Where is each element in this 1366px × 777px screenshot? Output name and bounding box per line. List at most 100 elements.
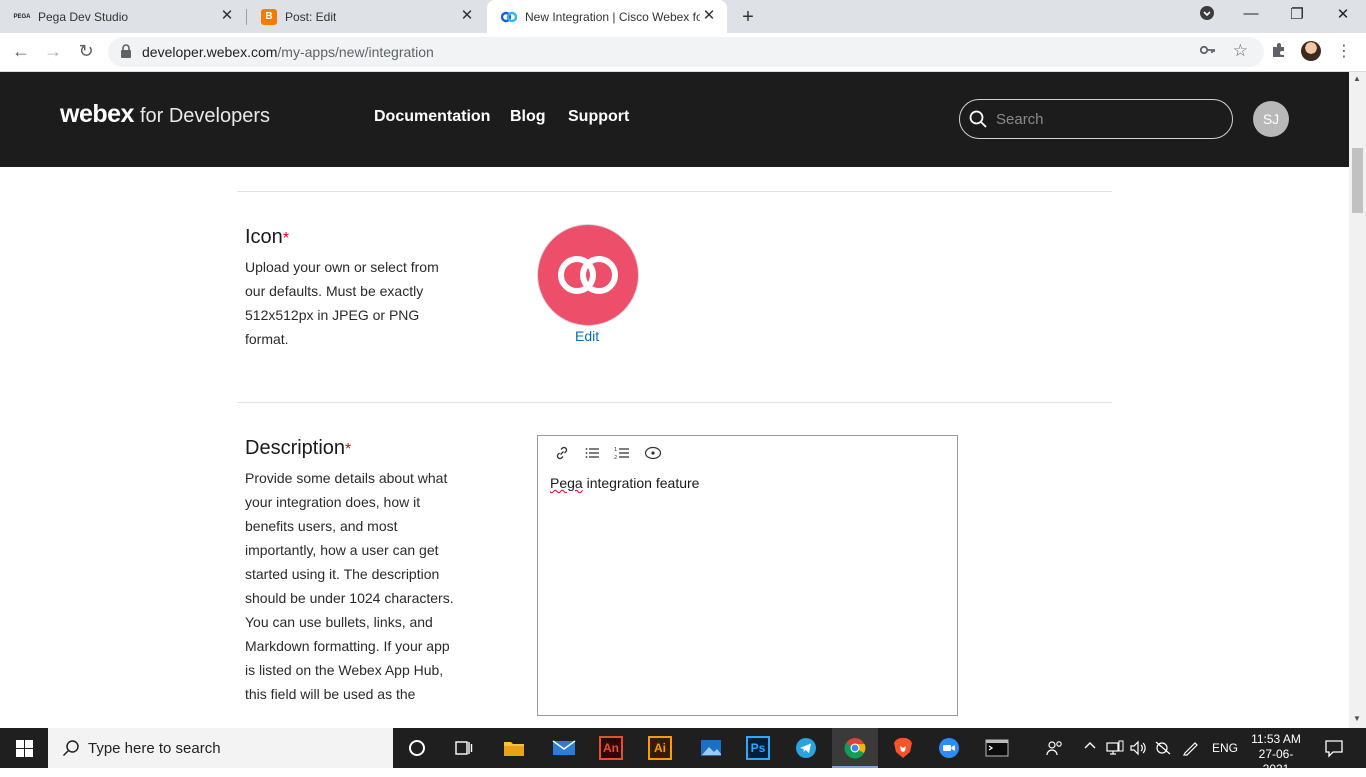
tab-title: Post: Edit [285,9,337,24]
volume-icon[interactable] [1130,740,1148,759]
network-icon[interactable] [1106,740,1124,759]
minimize-window-button[interactable]: — [1241,5,1261,22]
file-explorer-icon[interactable] [500,734,528,762]
telegram-app-icon[interactable] [792,734,820,762]
search-icon [62,739,80,762]
required-asterisk: * [282,230,290,247]
site-search-box[interactable] [959,99,1233,139]
browser-profile-avatar[interactable] [1301,41,1321,61]
site-search-input[interactable] [994,108,1223,130]
browser-tab-strip: PEGA Pega Dev Studio ✕ B Post: Edit ✕ Ne… [0,0,1366,33]
required-asterisk: * [345,441,352,458]
mail-icon[interactable] [550,734,578,762]
browser-tab-webex[interactable]: New Integration | Cisco Webex fo ✕ [487,0,727,33]
chrome-app-icon [841,734,869,762]
windows-start-icon[interactable] [16,740,33,762]
notification-center-icon[interactable] [1324,738,1344,763]
description-section-help: Provide some details about what your int… [245,470,454,702]
taskbar-search-box[interactable]: Type here to search [48,728,393,768]
photoshop-app-icon[interactable]: Ps [746,736,770,760]
description-section-title: Description* [245,437,351,460]
bulleted-list-icon[interactable] [584,445,600,464]
close-window-button[interactable]: ✕ [1333,5,1353,23]
password-key-icon[interactable] [1199,44,1216,59]
webex-favicon-icon [501,9,517,25]
clock-time: 11:53 AM [1251,732,1301,746]
page-scrollbar[interactable]: ▲ ▼ [1349,72,1366,728]
extensions-puzzle-icon[interactable] [1271,42,1287,62]
numbered-list-icon[interactable]: 12 [614,445,630,464]
restore-window-button[interactable]: ❐ [1287,5,1307,23]
forward-arrow-icon[interactable]: → [42,41,64,62]
tab-search-icon[interactable] [1197,5,1217,25]
chrome-taskbar-button-active[interactable] [832,728,878,768]
url-text: developer.webex.com/my-apps/new/integrat… [142,44,434,60]
brave-browser-icon[interactable] [889,734,917,762]
terminal-app-icon[interactable] [983,734,1011,762]
input-language-indicator[interactable]: ENG [1212,741,1238,755]
system-clock[interactable]: 11:53 AM 27-06-2021 [1248,732,1304,777]
preview-eye-icon[interactable] [644,445,662,464]
brand-sub: for Developers [139,105,270,127]
cortana-circle-icon[interactable] [403,734,431,762]
svg-text:2: 2 [614,455,617,461]
nav-documentation[interactable]: Documentation [374,108,490,126]
nav-blog[interactable]: Blog [510,108,546,126]
search-icon [968,109,988,134]
brand-main: webex [60,100,134,128]
tab-title: Pega Dev Studio [38,9,129,24]
description-title-text: Description [245,437,346,459]
scrollbar-thumb[interactable] [1352,148,1363,213]
photos-app-icon[interactable] [697,734,725,762]
browser-tab-pega[interactable]: PEGA Pega Dev Studio ✕ [0,0,245,33]
show-hidden-icons-chevron-icon[interactable] [1084,740,1096,755]
microphone-muted-icon[interactable] [1154,740,1172,759]
tab-close-icon[interactable]: ✕ [701,8,717,24]
integration-form: Icon* Upload your own or select from our… [0,167,1349,728]
bookmark-star-icon[interactable]: ☆ [1233,41,1248,61]
scroll-down-arrow-icon[interactable]: ▼ [1353,714,1361,723]
zoom-app-icon[interactable] [935,734,963,762]
site-header: webex for Developers Documentation Blog S… [0,72,1349,167]
tab-title: New Integration | Cisco Webex fo [525,9,700,24]
svg-text:1: 1 [614,447,617,453]
pega-favicon-icon: PEGA [13,13,31,20]
icon-title-text: Icon [245,226,283,248]
tab-close-icon[interactable]: ✕ [459,8,475,24]
app-icon-preview[interactable] [537,224,639,326]
url-path: /my-apps/new/integration [277,44,434,60]
section-divider [237,402,1112,403]
description-editor[interactable]: 12 Pega integration feature [537,435,958,716]
browser-toolbar: ← → ↻ developer.webex.com/my-apps/new/in… [0,33,1366,72]
blogger-favicon-icon: B [261,8,277,25]
clock-date: 27-06-2021 [1258,747,1294,776]
editor-text: integration feature [582,475,700,491]
animate-app-icon[interactable]: An [599,736,623,760]
linked-rings-icon [558,256,618,294]
webex-developers-logo[interactable]: webex for Developers [60,100,270,129]
address-bar[interactable]: developer.webex.com/my-apps/new/integrat… [108,37,1264,67]
people-icon[interactable] [1046,740,1064,759]
taskbar-search-placeholder: Type here to search [88,740,221,757]
pen-ink-workspace-icon[interactable] [1182,740,1200,759]
nav-support[interactable]: Support [568,108,629,126]
new-tab-button[interactable]: + [738,6,758,29]
scroll-up-arrow-icon[interactable]: ▲ [1353,74,1361,83]
back-arrow-icon[interactable]: ← [10,41,32,62]
reload-icon[interactable]: ↻ [75,41,97,62]
browser-menu-icon[interactable]: ⋮ [1336,41,1352,61]
icon-section-description: Upload your own or select from our defau… [245,259,439,347]
lock-icon[interactable] [120,44,132,63]
edit-icon-link[interactable]: Edit [575,328,599,344]
section-divider [237,191,1112,192]
link-icon[interactable] [554,445,570,464]
illustrator-app-icon[interactable]: Ai [648,736,672,760]
task-view-icon[interactable] [450,734,478,762]
icon-section-title: Icon* [245,226,289,249]
user-avatar[interactable]: SJ [1253,101,1289,137]
description-editor-content[interactable]: Pega integration feature [550,475,699,491]
windows-taskbar: Type here to search An Ai Ps ENG 11:53 A… [0,728,1366,776]
tab-close-icon[interactable]: ✕ [219,8,235,24]
browser-tab-blogger[interactable]: B Post: Edit ✕ [247,0,485,33]
spellcheck-flagged-word: Pega [550,475,583,491]
